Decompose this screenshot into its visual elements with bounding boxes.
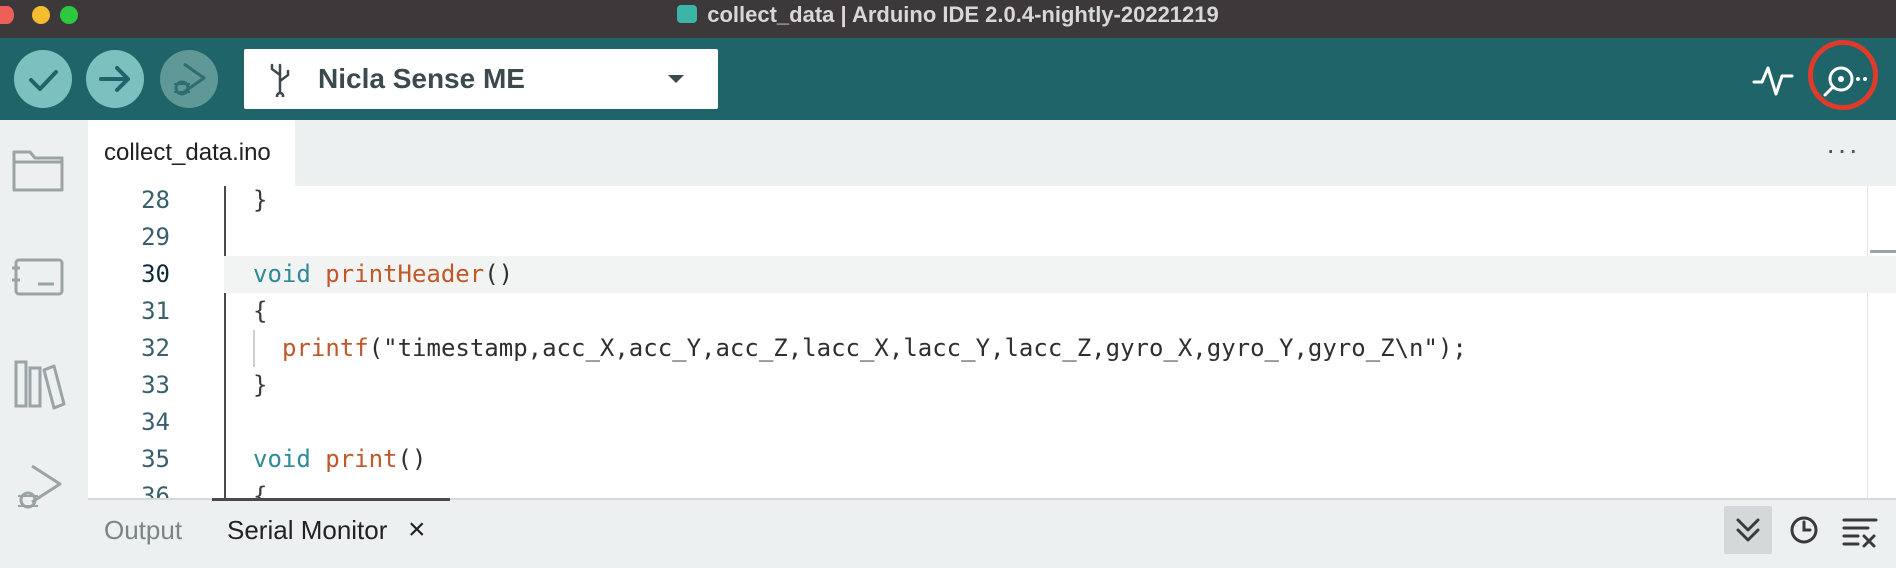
sidebar: [0, 120, 88, 568]
keyword-token: void: [253, 445, 326, 473]
toolbar: Nicla Sense ME: [0, 38, 1896, 120]
autoscroll-icon: [1736, 518, 1760, 542]
arduino-app-icon: [677, 5, 698, 24]
code-text: }: [253, 186, 268, 214]
tab-collect-data-ino[interactable]: collect_data.ino: [88, 120, 295, 186]
usb-icon: [270, 63, 290, 97]
debug-icon: [18, 464, 62, 509]
editor-tabbar: collect_data.ino ···: [88, 120, 1896, 186]
library-icon: [14, 360, 66, 410]
toggle-timestamp-button[interactable]: [1780, 506, 1828, 554]
chevron-down-icon: [668, 75, 684, 83]
code-editor[interactable]: 28} 29 30 void printHeader() 31{32 printf("ti…: [88, 186, 1896, 498]
code-line[interactable]: 36 {: [88, 478, 1896, 498]
window-title-text: collect_data | Arduino IDE 2.0.4-nightly…: [707, 2, 1219, 27]
code-line[interactable]: 31 {: [88, 293, 1896, 330]
board-manager-icon: [12, 258, 64, 296]
line-number: 35: [141, 445, 170, 473]
line-number: 29: [141, 223, 170, 251]
code-line[interactable]: 32 printf("timestamp,acc_X,acc_Y,acc_Z,la…: [88, 330, 1896, 367]
keyword-token: void: [253, 260, 326, 288]
folder-icon: [12, 150, 64, 192]
code-line[interactable]: 28}: [88, 186, 1896, 219]
code-text: }: [253, 371, 268, 399]
code-line[interactable]: 34: [88, 404, 1896, 441]
line-number: 31: [141, 297, 170, 325]
debug-icon: [174, 62, 206, 96]
boards-manager-button[interactable]: [10, 248, 68, 306]
sketchbook-button[interactable]: [10, 140, 68, 198]
checkmark-icon: [29, 70, 58, 91]
bottom-panel: Output Serial Monitor ×: [88, 498, 1896, 568]
code-token: ("timestamp,acc_X,acc_Y,acc_Z,lacc_X,lac…: [368, 334, 1467, 362]
line-number: 32: [141, 334, 170, 362]
code-text: {: [253, 297, 268, 325]
close-serial-monitor-tab-button[interactable]: ×: [408, 512, 426, 548]
arrow-right-icon: [99, 66, 130, 92]
line-number: 28: [141, 186, 170, 214]
clear-output-icon: [1842, 518, 1878, 548]
code-token: (): [484, 260, 514, 288]
line-number: 33: [141, 371, 170, 399]
library-manager-button[interactable]: [10, 354, 68, 412]
code-token: (): [397, 445, 427, 473]
code-text: printf("timestamp,acc_X,acc_Y,acc_Z,lacc…: [282, 330, 1467, 367]
clear-output-button[interactable]: [1836, 506, 1884, 554]
function-token: print: [325, 445, 398, 473]
code-line[interactable]: 35 void print(): [88, 441, 1896, 478]
debug-sidebar-button[interactable]: [10, 460, 68, 518]
more-actions-button[interactable]: ···: [1826, 120, 1860, 180]
tab-serial-monitor[interactable]: Serial Monitor: [227, 512, 387, 548]
timestamp-icon: [1790, 516, 1818, 544]
board-selector-label: Nicla Sense ME: [318, 63, 525, 94]
function-token: printHeader: [325, 260, 485, 288]
line-number: 36: [141, 482, 170, 498]
autoscroll-button[interactable]: [1724, 506, 1772, 554]
serial-monitor-highlight-ring: [1808, 40, 1878, 110]
window-titlebar: collect_data | Arduino IDE 2.0.4-nightly…: [0, 0, 1896, 38]
upload-button[interactable]: [86, 50, 144, 108]
active-tab-indicator: [212, 498, 450, 501]
verify-button[interactable]: [14, 50, 72, 108]
serial-plotter-button[interactable]: [1746, 52, 1800, 106]
code-text: {: [253, 482, 268, 498]
board-selector[interactable]: Nicla Sense ME: [244, 49, 718, 109]
line-number: 30: [141, 260, 170, 288]
line-number: 34: [141, 408, 170, 436]
code-text: void printHeader(): [253, 256, 513, 293]
code-line[interactable]: 30 void printHeader(): [141, 256, 1896, 293]
tab-output[interactable]: Output: [104, 512, 182, 548]
code-line[interactable]: 33}: [88, 367, 1896, 404]
code-text: void print(): [253, 441, 426, 478]
debug-button[interactable]: [160, 50, 218, 108]
indent-guide: [253, 330, 255, 367]
window-title: collect_data | Arduino IDE 2.0.4-nightly…: [0, 0, 1896, 30]
function-token: printf: [282, 334, 369, 362]
code-line[interactable]: 29: [88, 219, 1896, 256]
serial-plotter-icon: [1752, 66, 1794, 96]
